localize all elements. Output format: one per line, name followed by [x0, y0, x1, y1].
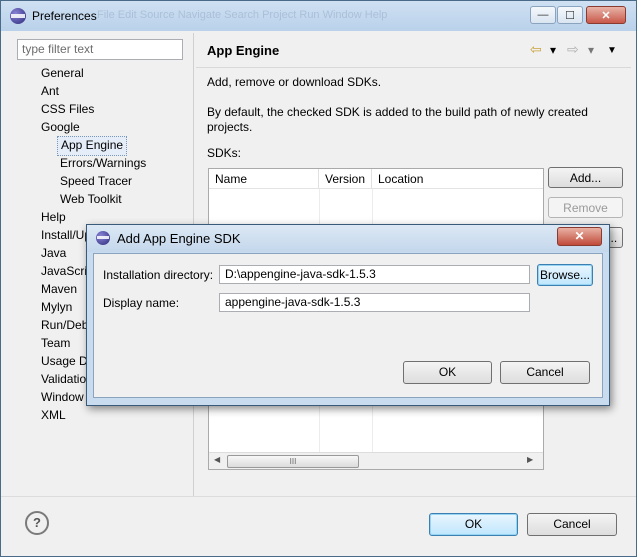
sdks-label: SDKs:: [207, 146, 242, 160]
tree-item-google[interactable]: Google: [38, 118, 83, 136]
view-menu-icon[interactable]: ▼: [607, 45, 617, 56]
dialog-title: Add App Engine SDK: [117, 231, 241, 246]
tree-item-maven[interactable]: Maven: [38, 280, 80, 298]
build-path-text-line2: projects.: [207, 120, 253, 134]
installation-directory-input[interactable]: D:\appengine-java-sdk-1.5.3: [219, 265, 530, 284]
remove-sdk-button[interactable]: Remove: [548, 197, 623, 218]
filter-input[interactable]: type filter text: [17, 39, 183, 60]
tree-item-java[interactable]: Java: [38, 244, 69, 262]
display-name-input[interactable]: appengine-java-sdk-1.5.3: [219, 293, 530, 312]
display-name-label: Display name:: [103, 296, 180, 310]
eclipse-icon: [96, 231, 110, 245]
build-path-text-line1: By default, the checked SDK is added to …: [207, 105, 588, 119]
minimize-button[interactable]: —: [530, 6, 556, 24]
column-header-name[interactable]: Name: [209, 169, 319, 189]
page-title: App Engine: [207, 43, 280, 58]
tree-item-help[interactable]: Help: [38, 208, 69, 226]
installation-directory-label: Installation directory:: [103, 268, 214, 282]
forward-dropdown-icon[interactable]: ▾: [588, 43, 594, 57]
dialog-body: Installation directory: D:\appengine-jav…: [93, 253, 603, 398]
add-sdk-dialog: Add App Engine SDK ✕ Installation direct…: [86, 224, 610, 406]
eclipse-icon: [10, 8, 26, 24]
title-bar[interactable]: Preferences File Edit Source Navigate Se…: [1, 1, 636, 31]
tree-item-team[interactable]: Team: [38, 334, 73, 352]
dialog-title-bar[interactable]: Add App Engine SDK ✕: [87, 225, 609, 252]
tree-item-speed-tracer[interactable]: Speed Tracer: [57, 172, 135, 190]
back-arrow-icon[interactable]: ⇦: [530, 41, 542, 58]
column-header-location[interactable]: Location: [372, 169, 543, 189]
forward-arrow-icon[interactable]: ⇨: [567, 41, 579, 58]
add-sdk-button[interactable]: Add...: [548, 167, 623, 188]
column-header-version[interactable]: Version: [319, 169, 372, 189]
tree-item-css-files[interactable]: CSS Files: [38, 100, 97, 118]
horizontal-scrollbar[interactable]: ◀ III ▶: [209, 452, 543, 469]
tree-item-mylyn[interactable]: Mylyn: [38, 298, 75, 316]
scroll-thumb[interactable]: III: [227, 455, 359, 468]
dialog-close-button[interactable]: ✕: [557, 227, 602, 246]
scroll-right-icon[interactable]: ▶: [527, 455, 533, 464]
background-menu-ghost: File Edit Source Navigate Search Project…: [97, 9, 388, 21]
description-text: Add, remove or download SDKs.: [207, 75, 382, 89]
cancel-button[interactable]: Cancel: [527, 513, 617, 536]
tree-item-errors-warnings[interactable]: Errors/Warnings: [57, 154, 149, 172]
tree-item-general[interactable]: General: [38, 64, 87, 82]
close-button[interactable]: ✕: [586, 6, 626, 24]
filter-placeholder: type filter text: [22, 42, 94, 56]
help-icon[interactable]: ?: [25, 511, 49, 535]
tree-item-app-engine[interactable]: App Engine: [57, 136, 128, 156]
scroll-left-icon[interactable]: ◀: [214, 455, 220, 464]
maximize-button[interactable]: ☐: [557, 6, 583, 24]
dialog-cancel-button[interactable]: Cancel: [500, 361, 590, 384]
tree-item-web-toolkit[interactable]: Web Toolkit: [57, 190, 125, 208]
window-title: Preferences: [32, 9, 97, 23]
tree-item-ant[interactable]: Ant: [38, 82, 62, 100]
tree-item-xml[interactable]: XML: [38, 406, 69, 424]
tree-item-window[interactable]: Window: [38, 388, 87, 406]
browse-button[interactable]: Browse...: [537, 264, 593, 286]
ok-button[interactable]: OK: [429, 513, 518, 536]
dialog-ok-button[interactable]: OK: [403, 361, 492, 384]
back-dropdown-icon[interactable]: ▾: [550, 43, 556, 57]
